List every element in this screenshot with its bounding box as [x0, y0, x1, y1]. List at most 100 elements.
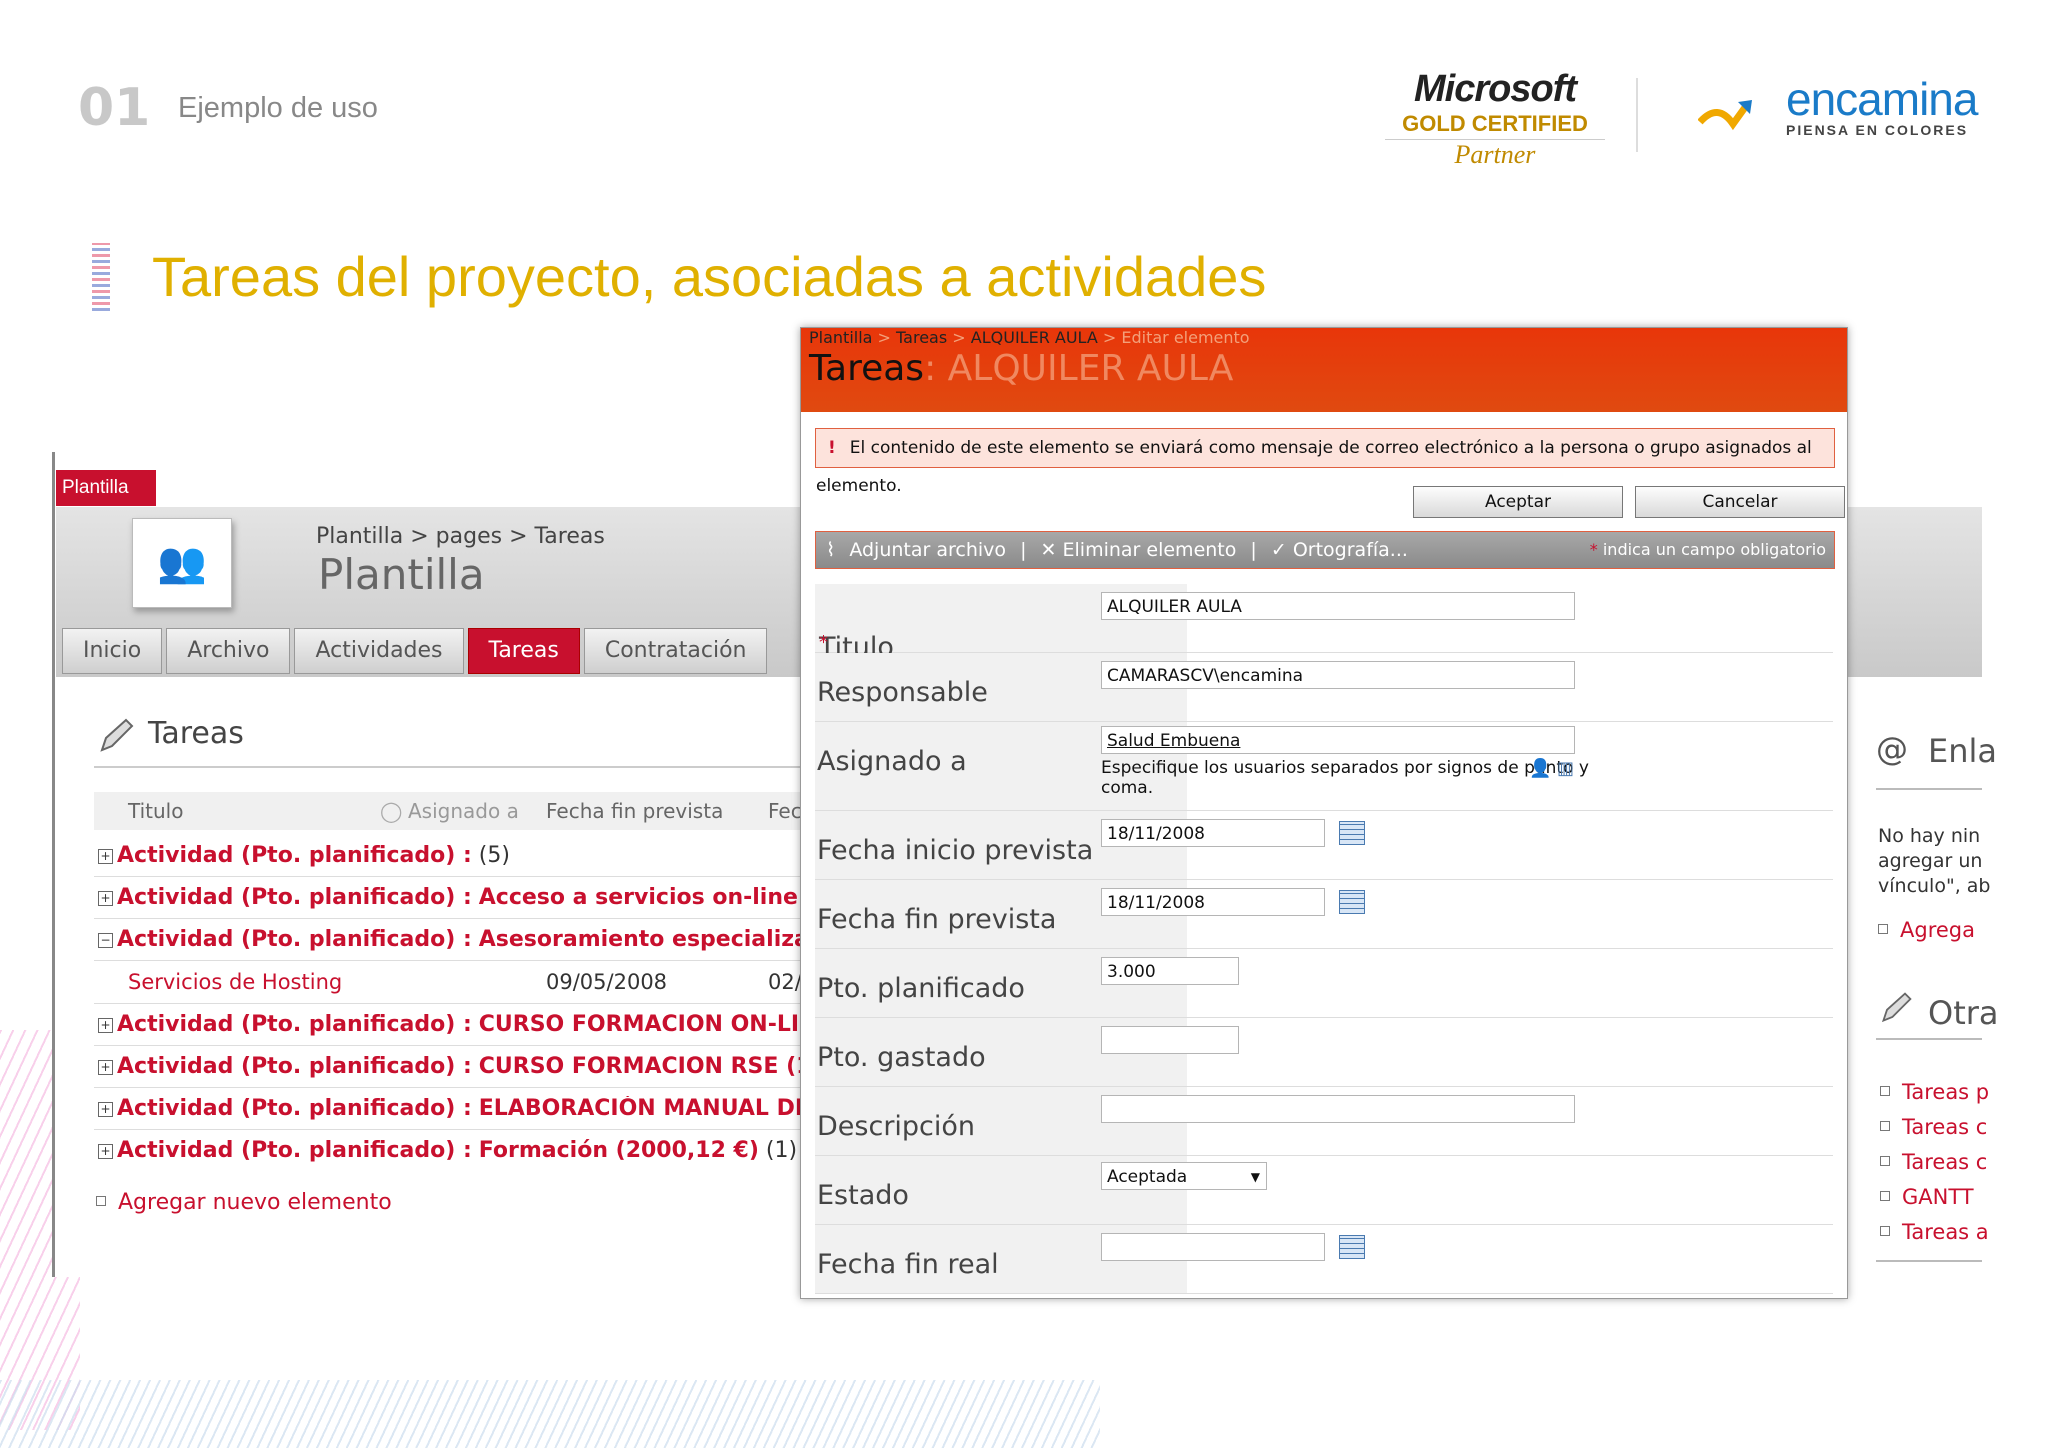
add-link[interactable]: Agrega: [1878, 918, 1975, 942]
asignado-people-picker[interactable]: Salud Embuena: [1101, 726, 1575, 754]
partner-text: Partner: [1385, 139, 1605, 170]
field-row-estado: Estado Aceptada ▼: [815, 1156, 1833, 1225]
tab-archivo[interactable]: Archivo: [166, 628, 291, 674]
tab-actividades[interactable]: Actividades: [294, 628, 464, 674]
field-label: Fecha fin prevista: [817, 904, 1057, 935]
check-names-icon[interactable]: 👤: [1529, 758, 1551, 779]
column-header-asignado[interactable]: Asignado a: [408, 799, 519, 823]
field-label: Responsable: [817, 677, 988, 708]
list-item[interactable]: Tareas a: [1880, 1220, 1989, 1244]
tab-contratacion[interactable]: Contratación: [583, 628, 768, 674]
close-icon: ✕: [1040, 539, 1057, 561]
add-new-item-link[interactable]: Agregar nuevo elemento: [96, 1190, 392, 1215]
edit-item-form: Plantilla > Tareas > ALQUILER AULA > Edi…: [800, 327, 1848, 1299]
pto-gastado-input[interactable]: [1101, 1026, 1239, 1054]
field-row-fecha-inicio: Fecha inicio prevista 18/11/2008: [815, 811, 1833, 880]
fecha-fin-real-input[interactable]: [1101, 1233, 1325, 1261]
fecha-inicio-input[interactable]: 18/11/2008: [1101, 819, 1325, 847]
encamina-arrow-icon: [1698, 100, 1752, 131]
tab-inicio[interactable]: Inicio: [62, 628, 163, 674]
notification-message: ! El contenido de este elemento se enviar…: [815, 428, 1835, 496]
responsable-input[interactable]: CAMARASCV\encamina: [1101, 661, 1575, 689]
estado-select[interactable]: Aceptada ▼: [1101, 1162, 1267, 1190]
address-book-icon[interactable]: ▥: [1557, 758, 1574, 779]
site-tag[interactable]: Plantilla: [56, 470, 156, 506]
cancel-button[interactable]: Cancelar: [1635, 486, 1845, 518]
form-title: Tareas: ALQUILER AULA: [809, 348, 1234, 389]
links-webpart-title: Enla: [1928, 732, 1997, 770]
calendar-icon[interactable]: [1339, 821, 1365, 845]
group-row[interactable]: + Actividad (Pto. planificado) : ELABORAC…: [98, 1096, 800, 1121]
calendar-icon[interactable]: [1339, 890, 1365, 914]
list-item[interactable]: Tareas c: [1880, 1115, 1987, 1139]
encamina-tagline: PIENSA EN COLORES: [1786, 122, 1969, 138]
group-row[interactable]: + Actividad (Pto. planificado) : CURSO FO…: [98, 1012, 800, 1037]
column-header-row: Titulo ◯ Asignado a Fecha fin prevista F…: [94, 792, 802, 830]
attach-file-button[interactable]: Adjuntar archivo: [849, 539, 1006, 561]
field-row-fecha-fin: Fecha fin prevista 18/11/2008: [815, 880, 1833, 949]
item-title-link[interactable]: Servicios de Hosting: [128, 970, 342, 994]
list-item[interactable]: Tareas c: [1880, 1150, 1987, 1174]
expand-icon[interactable]: +: [98, 891, 113, 906]
group-row[interactable]: + Actividad (Pto. planificado) : Acceso a…: [98, 885, 800, 910]
list-item[interactable]: Tareas p: [1880, 1080, 1989, 1104]
field-row-descripcion: Descripción: [815, 1087, 1833, 1156]
item-date: 09/05/2008: [546, 970, 668, 994]
divider: [94, 960, 802, 961]
chevron-down-icon[interactable]: ▼: [1251, 1163, 1260, 1189]
field-label: Fecha fin real: [817, 1249, 999, 1280]
microsoft-logo-text: Microsoft: [1414, 68, 1577, 110]
field-row-asignado: Asignado a Salud Embuena Especifique los…: [815, 722, 1833, 811]
descripcion-input[interactable]: [1101, 1095, 1575, 1123]
other-webpart-title: Otra: [1928, 994, 1999, 1032]
divider: [94, 1087, 802, 1088]
field-label: Fecha inicio prevista: [817, 835, 1094, 866]
divider: [1876, 788, 1982, 790]
breadcrumb[interactable]: Plantilla > pages > Tareas: [316, 524, 605, 549]
site-logo-icon: 👥: [132, 518, 232, 608]
logo-divider: [1636, 78, 1638, 152]
field-row-titulo: Titulo * ALQUILER AULA: [815, 584, 1833, 663]
field-row-pto-planificado: Pto. planificado 3.000: [815, 949, 1833, 1018]
expand-icon[interactable]: +: [98, 1060, 113, 1075]
divider: [94, 918, 802, 919]
list-title: Tareas: [148, 716, 244, 751]
presence-icon: ◯: [380, 799, 403, 823]
accept-button[interactable]: Aceptar: [1413, 486, 1623, 518]
group-row[interactable]: + Actividad (Pto. planificado) : CURSO FO…: [98, 1054, 800, 1079]
pto-planificado-input[interactable]: 3.000: [1101, 957, 1239, 985]
field-label: Asignado a: [817, 746, 967, 777]
field-label: Descripción: [817, 1111, 976, 1142]
tab-tareas[interactable]: Tareas: [467, 628, 580, 674]
column-header-titulo[interactable]: Titulo: [128, 799, 183, 823]
expand-icon[interactable]: +: [98, 1018, 113, 1033]
group-row[interactable]: + Actividad (Pto. planificado) : Formació…: [98, 1138, 800, 1163]
microsoft-partner-logo: Microsoft GOLD CERTIFIED Partner: [1385, 68, 1605, 170]
item-date-partial: 02/: [768, 970, 802, 994]
expand-icon[interactable]: +: [98, 1102, 113, 1117]
field-label: Pto. gastado: [817, 1042, 986, 1073]
fecha-fin-input[interactable]: 18/11/2008: [1101, 888, 1325, 916]
divider: [94, 1003, 802, 1004]
titulo-input[interactable]: ALQUILER AULA: [1101, 592, 1575, 620]
expand-icon[interactable]: +: [98, 1144, 113, 1159]
encamina-logo: encamina PIENSA EN COLORES: [1786, 76, 1978, 138]
expand-icon[interactable]: +: [98, 849, 113, 864]
title-stripe-decoration: [92, 243, 110, 311]
field-row-pto-gastado: Pto. gastado: [815, 1018, 1833, 1087]
bullet-icon: [96, 1196, 106, 1206]
field-row-responsable: Responsable CAMARASCV\encamina: [815, 653, 1833, 722]
collapse-icon[interactable]: −: [98, 933, 113, 948]
list-item[interactable]: GANTT: [1880, 1185, 1974, 1209]
column-header-fec[interactable]: Fec: [768, 799, 802, 823]
pencil-icon: [1881, 992, 1912, 1023]
group-row[interactable]: − Actividad (Pto. planificado) : Asesoram…: [98, 927, 800, 952]
calendar-icon[interactable]: [1339, 1235, 1365, 1259]
column-header-fecha-fin[interactable]: Fecha fin prevista: [546, 799, 723, 823]
spelling-button[interactable]: Ortografía...: [1293, 539, 1408, 561]
group-row[interactable]: + Actividad (Pto. planificado) : (5): [98, 843, 800, 868]
divider: [1876, 1038, 1982, 1040]
delete-item-button[interactable]: Eliminar elemento: [1063, 539, 1237, 561]
divider: [94, 1129, 802, 1130]
field-label: Estado: [817, 1180, 909, 1211]
